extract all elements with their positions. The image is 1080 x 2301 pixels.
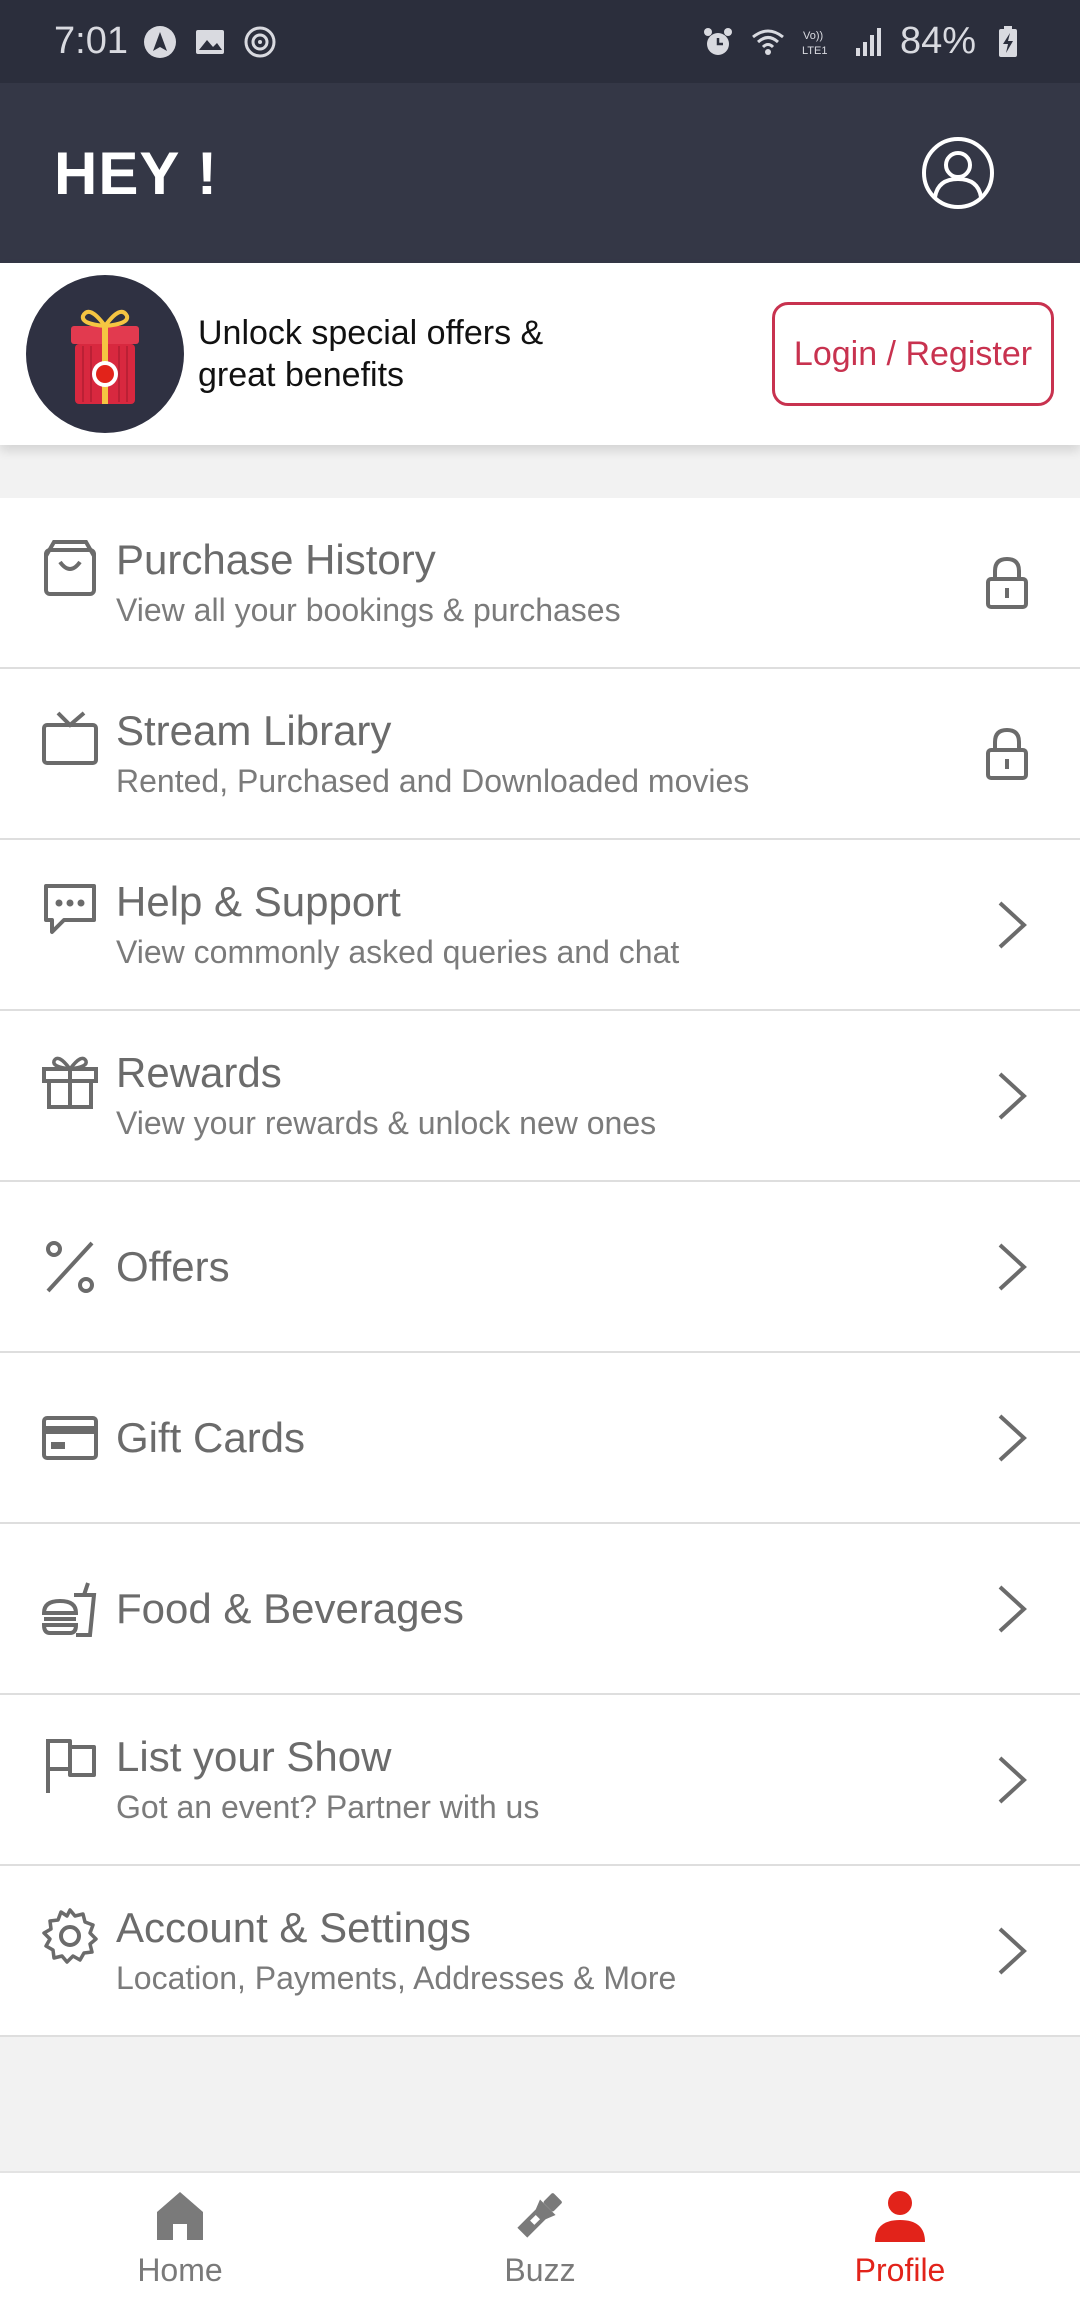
menu-title: Stream Library [116,706,392,754]
svg-text:Vo)): Vo)) [803,30,823,42]
menu-texts: Purchase History View all your bookings … [116,534,621,632]
menu-title: Help & Support [116,877,401,925]
gallery-icon [195,29,224,54]
login-register-button[interactable]: Login / Register [772,302,1054,406]
menu-item-offers[interactable]: Offers [0,1182,1080,1353]
chevron-right-icon [998,901,1027,948]
app-header: HEY ! [0,83,1080,263]
promo-text: Unlock special offers & great benefits [198,312,578,396]
volte-icon: Vo)) LTE1 [802,30,827,57]
flag-icon [46,1739,96,1793]
chevron-right-icon [998,1585,1027,1632]
nav-label: Home [137,2251,223,2288]
alarm-icon [703,27,732,55]
menu-title: Offers [116,1242,230,1290]
menu-item-stream-library[interactable]: Stream Library Rented, Purchased and Dow… [0,669,1080,840]
page-title: HEY ! [54,139,218,207]
nav-home[interactable]: Home [0,2173,360,2301]
wifi-icon [752,29,784,55]
battery-charging-icon [999,25,1017,57]
gift-box-icon [71,309,139,404]
menu-texts: Account & Settings Location, Payments, A… [116,1902,676,2000]
status-left: 7:01 [54,20,278,63]
menu-subtitle: Location, Payments, Addresses & More [116,1959,677,1996]
menu-item-food-beverages[interactable]: Food & Beverages [0,1524,1080,1695]
menu-texts: Offers [116,1241,230,1293]
battery-percent: 84% [899,20,976,62]
nav-label: Buzz [504,2251,576,2288]
shopping-bag-icon [44,540,96,596]
menu-title: List your Show [116,1732,392,1780]
signal-icon [855,27,881,56]
music-icon [244,26,276,57]
flashlight-icon [517,2192,562,2238]
menu-title: Purchase History [116,535,436,583]
food-icon [41,1581,97,1637]
menu-subtitle: View your rewards & unlock new ones [116,1104,657,1141]
home-icon [157,2191,203,2240]
menu-texts: Rewards View your rewards & unlock new o… [116,1047,656,1145]
menu-title: Account & Settings [116,1903,471,1951]
profile-menu: Purchase History View all your bookings … [0,498,1080,2037]
menu-item-gift-cards[interactable]: Gift Cards [0,1353,1080,1524]
chevron-right-icon [998,1927,1027,1974]
menu-texts: Food & Beverages [116,1583,464,1635]
menu-item-rewards[interactable]: Rewards View your rewards & unlock new o… [0,1011,1080,1182]
settings-icon [42,1908,98,1964]
lock-icon [986,556,1028,609]
menu-texts: Gift Cards [116,1412,305,1464]
menu-subtitle: View commonly asked queries and chat [116,933,680,970]
menu-texts: Help & Support View commonly asked queri… [116,876,679,974]
promo-avatar [26,275,184,433]
promo-line-1: Unlock special offers & [198,314,544,352]
card-icon [42,1415,98,1460]
menu-subtitle: View all your bookings & purchases [116,591,621,628]
menu-title: Rewards [116,1048,282,1096]
menu-title: Gift Cards [116,1413,306,1461]
chevron-right-icon [998,1756,1027,1803]
menu-item-list-your-show[interactable]: List your Show Got an event? Partner wit… [0,1695,1080,1866]
user-circle-icon[interactable] [920,135,996,211]
percent-icon [46,1240,94,1293]
nav-label: Profile [854,2251,946,2288]
status-bar: 7:01 Vo)) LTE1 84% [0,0,1080,83]
navigation-icon [143,25,176,58]
nav-buzz[interactable]: Buzz [360,2173,720,2301]
menu-item-purchase-history[interactable]: Purchase History View all your bookings … [0,498,1080,669]
promo-line-2: great benefits [198,356,405,394]
status-time: 7:01 [54,20,128,62]
menu-item-account-settings[interactable]: Account & Settings Location, Payments, A… [0,1866,1080,2037]
person-icon [875,2190,925,2242]
nav-profile[interactable]: Profile [720,2173,1080,2301]
svg-text:LTE1: LTE1 [802,45,827,57]
menu-texts: List your Show Got an event? Partner wit… [116,1731,539,1829]
chat-icon [44,884,96,934]
tv-icon [42,711,98,765]
gift-icon [42,1056,98,1109]
menu-item-help-support[interactable]: Help & Support View commonly asked queri… [0,840,1080,1011]
menu-subtitle: Rented, Purchased and Downloaded movies [116,762,750,799]
chevron-right-icon [998,1243,1027,1290]
menu-subtitle: Got an event? Partner with us [116,1788,540,1825]
bottom-nav: Home Buzz Profile [0,2171,1080,2301]
status-right: Vo)) LTE1 84% [700,20,1026,63]
chevron-right-icon [998,1072,1027,1119]
menu-texts: Stream Library Rented, Purchased and Dow… [116,705,749,803]
lock-icon [986,727,1028,780]
menu-title: Food & Beverages [116,1584,464,1632]
login-promo-banner: Unlock special offers & great benefits L… [0,263,1080,445]
chevron-right-icon [998,1414,1027,1461]
